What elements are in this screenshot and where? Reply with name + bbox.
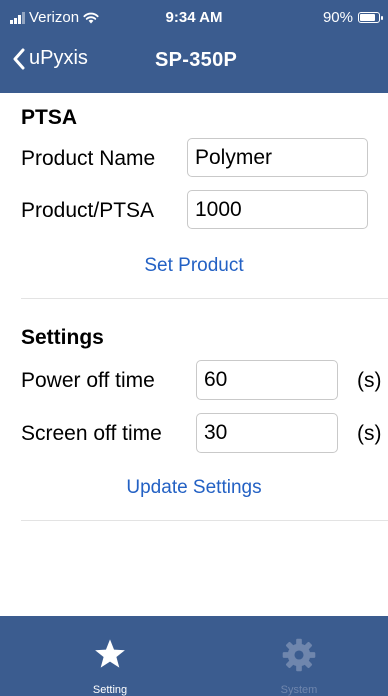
power-off-unit: (s) — [357, 369, 382, 392]
screen-off-field[interactable] — [196, 413, 338, 453]
chevron-left-icon — [13, 48, 25, 69]
settings-heading: Settings — [21, 326, 104, 349]
tab-system-label: System — [280, 684, 318, 696]
nav-bar: uPyxis SP-350P — [0, 34, 388, 93]
product-ptsa-label: Product/PTSA — [21, 199, 155, 222]
ptsa-heading: PTSA — [21, 106, 78, 129]
product-ptsa-field[interactable] — [187, 190, 368, 229]
back-button[interactable]: uPyxis — [12, 47, 88, 70]
update-settings-button[interactable]: Update Settings — [0, 477, 388, 499]
gear-icon — [282, 638, 316, 672]
tab-system[interactable]: System — [202, 616, 388, 696]
section-divider-bottom — [21, 520, 388, 521]
screen-off-unit: (s) — [357, 422, 382, 445]
battery-percent: 90% — [322, 9, 353, 26]
battery-icon — [358, 12, 383, 23]
product-name-label: Product Name — [21, 147, 156, 170]
battery-fill — [360, 14, 375, 21]
power-off-field[interactable] — [196, 360, 338, 400]
back-label: uPyxis — [29, 47, 88, 69]
product-name-field[interactable] — [187, 138, 368, 177]
section-divider — [21, 298, 388, 299]
screen-off-label: Screen off time — [21, 422, 162, 445]
page-title: SP-350P — [155, 49, 238, 71]
set-product-button[interactable]: Set Product — [0, 255, 388, 277]
star-icon — [95, 639, 125, 668]
status-bar: Verizon 9:34 AM 90% — [0, 0, 388, 34]
tab-setting[interactable]: Setting — [13, 616, 207, 696]
top-bar: Verizon 9:34 AM 90% uPyxis SP-350P — [0, 0, 388, 93]
power-off-label: Power off time — [21, 369, 155, 392]
battery-group: 90% — [322, 9, 383, 26]
tab-setting-label: Setting — [92, 684, 128, 696]
tab-bar: Setting System — [0, 616, 388, 696]
